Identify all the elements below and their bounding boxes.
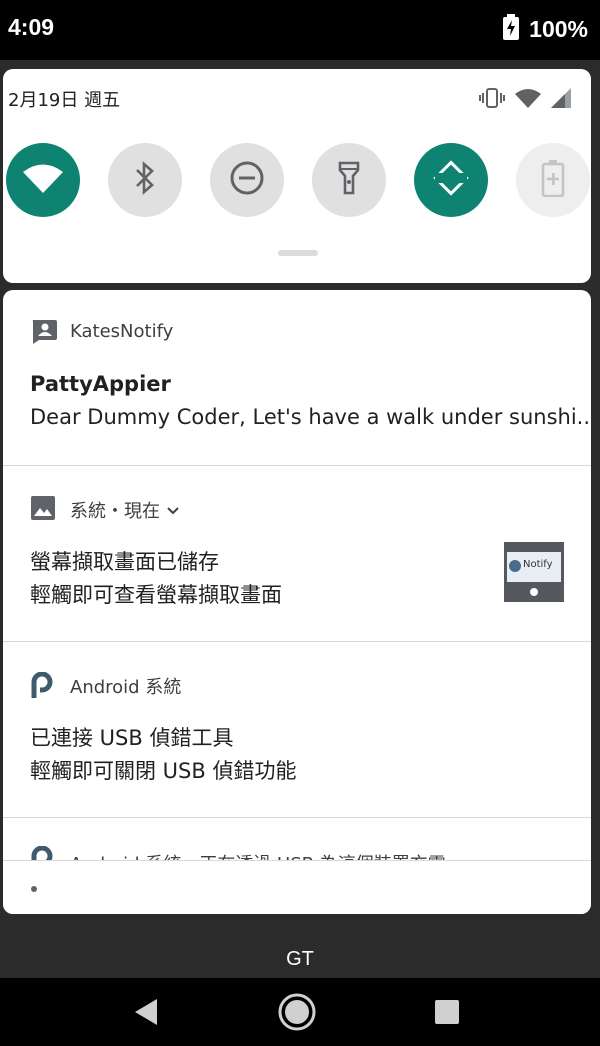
notification-katesnotify[interactable]: KatesNotify PattyAppier Dear Dummy Coder…	[3, 290, 591, 466]
quick-settings-tiles	[6, 143, 590, 217]
back-button[interactable]	[128, 996, 164, 1032]
status-time: 4:09	[8, 14, 55, 40]
notification-title: 已連接 USB 偵錯工具	[30, 726, 234, 750]
auto-rotate-icon	[433, 160, 469, 200]
qs-status-icons	[479, 87, 571, 113]
qs-date[interactable]: 2月19日 週五	[8, 86, 120, 112]
notification-text: Dear Dummy Coder, Let's have a walk unde…	[30, 405, 591, 429]
wifi-icon	[23, 163, 63, 197]
carrier-label: GT	[286, 948, 314, 970]
notification-usb-debugging[interactable]: Android 系統 已連接 USB 偵錯工具 輕觸即可關閉 USB 偵錯功能	[3, 642, 591, 818]
expand-handle[interactable]	[278, 250, 318, 256]
status-right: 100%	[503, 14, 588, 44]
notification-title: 螢幕擷取畫面已儲存	[30, 550, 219, 574]
thumbnail-label: Notify	[523, 559, 553, 570]
tile-flashlight[interactable]	[312, 143, 386, 217]
wifi-icon	[515, 88, 541, 112]
notification-app-name: Android 系統	[70, 677, 182, 698]
overflow-dot	[31, 886, 37, 892]
bluetooth-icon	[133, 161, 157, 199]
notification-title: PattyAppier	[30, 372, 171, 396]
notification-list: KatesNotify PattyAppier Dear Dummy Coder…	[3, 290, 591, 914]
do-not-disturb-icon	[229, 160, 265, 200]
tile-bluetooth[interactable]	[108, 143, 182, 217]
battery-saver-icon	[541, 159, 565, 201]
notification-text: 輕觸即可查看螢幕擷取畫面	[30, 583, 282, 607]
notification-app-name: 系統・現在	[70, 501, 160, 522]
thumbnail-app-icon	[509, 560, 521, 572]
navigation-bar	[0, 978, 600, 1046]
back-icon	[133, 998, 159, 1030]
flashlight-icon	[337, 161, 361, 199]
battery-percent: 100%	[529, 15, 588, 42]
notification-app-name: KatesNotify	[70, 321, 174, 342]
recents-button[interactable]	[429, 996, 465, 1032]
tile-auto-rotate[interactable]	[414, 143, 488, 217]
battery-charging-icon	[503, 14, 520, 44]
image-icon	[31, 496, 55, 524]
status-bar: 4:09 100%	[0, 0, 600, 60]
notification-text: 輕觸即可關閉 USB 偵錯功能	[30, 759, 297, 783]
thumbnail-dot	[530, 588, 538, 596]
chevron-down-icon[interactable]	[166, 500, 180, 521]
android-p-icon	[31, 671, 55, 702]
notification-usb-charging[interactable]: Android 系統・正在透過 USB 為這個裝置充電	[3, 820, 591, 914]
notification-app-row: 系統・現在	[70, 497, 180, 523]
vibrate-icon	[479, 87, 505, 113]
tile-wifi[interactable]	[6, 143, 80, 217]
notification-screenshot[interactable]: 系統・現在 螢幕擷取畫面已儲存 輕觸即可查看螢幕擷取畫面 Notify	[3, 466, 591, 642]
quick-settings-panel[interactable]: 2月19日 週五	[3, 69, 591, 283]
contact-card-icon	[31, 320, 57, 348]
screenshot-thumbnail[interactable]: Notify	[504, 542, 564, 602]
tile-do-not-disturb[interactable]	[210, 143, 284, 217]
home-button[interactable]	[278, 993, 316, 1035]
recents-icon	[434, 999, 460, 1029]
home-icon	[278, 993, 316, 1035]
tile-battery-saver[interactable]	[516, 143, 590, 217]
notification-overflow-mask	[3, 860, 591, 914]
thumbnail-card: Notify	[507, 552, 561, 582]
cellular-signal-icon	[551, 88, 571, 112]
